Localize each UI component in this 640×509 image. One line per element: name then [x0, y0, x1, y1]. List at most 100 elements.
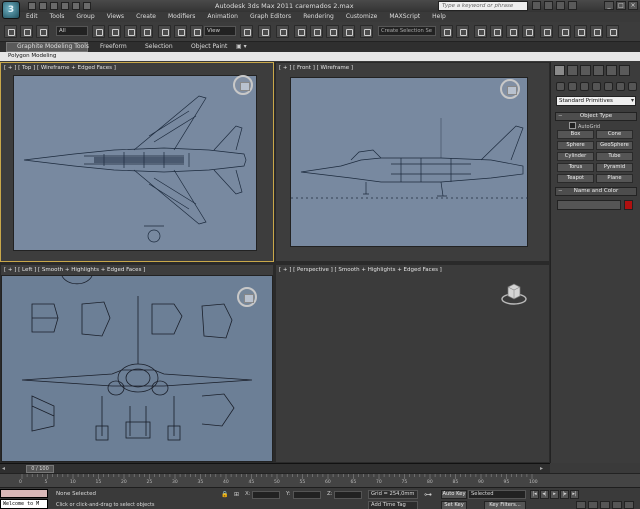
- select-object-icon[interactable]: [92, 25, 105, 38]
- bind-space-warp-icon[interactable]: [36, 25, 49, 38]
- viewport-left-label[interactable]: [ + ] [ Left ] [ Smooth + Highlights + E…: [4, 267, 145, 273]
- set-key-button[interactable]: Set Key: [441, 501, 467, 509]
- object-name-field[interactable]: [557, 200, 621, 210]
- y-coord-field[interactable]: [293, 491, 321, 499]
- graphite-toggle-icon[interactable]: [490, 25, 503, 38]
- teapot-button[interactable]: Teapot: [557, 174, 594, 183]
- selection-filter-dropdown[interactable]: All: [56, 26, 88, 36]
- rotate-icon[interactable]: [174, 25, 187, 38]
- percent-snap-icon[interactable]: [326, 25, 339, 38]
- snaps-toggle-icon[interactable]: [294, 25, 307, 38]
- named-selection-dropdown[interactable]: Create Selection Se: [378, 26, 436, 36]
- pyramid-button[interactable]: Pyramid: [596, 163, 633, 172]
- pivot-center-icon[interactable]: [240, 25, 253, 38]
- sphere-button[interactable]: Sphere: [557, 141, 594, 150]
- new-file-icon[interactable]: [28, 2, 36, 10]
- minimize-button[interactable]: _: [604, 1, 614, 10]
- menu-animation[interactable]: Animation: [201, 12, 244, 22]
- viewport-left[interactable]: [ + ] [ Left ] [ Smooth + Highlights + E…: [1, 265, 273, 462]
- menu-group[interactable]: Group: [70, 12, 100, 22]
- window-crossing-icon[interactable]: [140, 25, 153, 38]
- select-manipulate-icon[interactable]: [258, 25, 271, 38]
- lights-icon[interactable]: [580, 82, 589, 91]
- utilities-tab-icon[interactable]: [619, 65, 630, 76]
- layer-manager-icon[interactable]: [474, 25, 487, 38]
- tab-graphite-modeling-tools[interactable]: Graphite Modeling Tools: [6, 42, 89, 52]
- maximize-button[interactable]: □: [616, 1, 626, 10]
- auto-key-button[interactable]: Auto Key: [441, 490, 467, 499]
- select-by-name-icon[interactable]: [108, 25, 121, 38]
- maxscript-listener-top[interactable]: [0, 489, 48, 498]
- geosphere-button[interactable]: GeoSphere: [596, 141, 633, 150]
- tube-button[interactable]: Tube: [596, 152, 633, 161]
- viewport-left-canvas[interactable]: [1, 275, 273, 462]
- object-type-rollout[interactable]: Object Type: [555, 112, 637, 121]
- create-tab-icon[interactable]: [554, 65, 565, 76]
- curve-editor-icon[interactable]: [506, 25, 519, 38]
- menu-graph-editors[interactable]: Graph Editors: [244, 12, 297, 22]
- help-icon[interactable]: [568, 1, 577, 10]
- open-file-icon[interactable]: [39, 2, 47, 10]
- angle-snap-icon[interactable]: [310, 25, 323, 38]
- viewport-front-label[interactable]: [ + ] [ Front ] [ Wireframe ]: [279, 65, 353, 71]
- pan-icon[interactable]: [612, 501, 622, 509]
- viewcube-perspective-icon[interactable]: [500, 281, 528, 305]
- undo-icon[interactable]: [61, 2, 69, 10]
- menu-rendering[interactable]: Rendering: [297, 12, 340, 22]
- close-button[interactable]: ×: [628, 1, 638, 10]
- zoom-extents-icon[interactable]: [600, 501, 610, 509]
- autogrid-checkbox[interactable]: AutoGrid: [569, 122, 600, 130]
- torus-button[interactable]: Torus: [557, 163, 594, 172]
- selection-lock-icon[interactable]: 🔒: [221, 491, 228, 498]
- project-folder-icon[interactable]: [83, 2, 91, 10]
- spinner-snap-icon[interactable]: [342, 25, 355, 38]
- redo-icon[interactable]: [72, 2, 80, 10]
- edit-named-selections-icon[interactable]: [360, 25, 373, 38]
- viewport-perspective[interactable]: [ + ] [ Perspective ] [ Smooth + Highlig…: [276, 265, 549, 462]
- viewport-front[interactable]: [ + ] [ Front ] [ Wireframe ]: [276, 63, 549, 261]
- viewcube-left-icon[interactable]: [237, 287, 257, 307]
- maxscript-listener[interactable]: Welcome to M: [0, 499, 48, 509]
- menu-help[interactable]: Help: [426, 12, 452, 22]
- set-key-icon[interactable]: ⊶: [424, 491, 436, 499]
- tab-object-paint[interactable]: Object Paint: [191, 43, 227, 51]
- link-icon[interactable]: [4, 25, 17, 38]
- modify-tab-icon[interactable]: [567, 65, 578, 76]
- app-logo-icon[interactable]: 3: [2, 1, 20, 19]
- unlink-icon[interactable]: [20, 25, 33, 38]
- display-tab-icon[interactable]: [606, 65, 617, 76]
- star-icon[interactable]: [556, 1, 565, 10]
- hierarchy-tab-icon[interactable]: [580, 65, 591, 76]
- menu-views[interactable]: Views: [101, 12, 130, 22]
- menu-edit[interactable]: Edit: [20, 12, 44, 22]
- next-frame-icon[interactable]: |▸: [560, 490, 569, 499]
- zoom-icon[interactable]: [576, 501, 586, 509]
- z-coord-field[interactable]: [334, 491, 362, 499]
- zoom-all-icon[interactable]: [588, 501, 598, 509]
- menu-tools[interactable]: Tools: [44, 12, 71, 22]
- rendered-frame-window-icon[interactable]: [574, 25, 587, 38]
- key-filters-button[interactable]: Key Filters...: [484, 501, 526, 509]
- track-bar[interactable]: 0 5 10 15 20 25 30 35 40 45 50 55 60 65 70 75 80 85 90 95 10…: [0, 473, 640, 487]
- viewcube-top-icon[interactable]: [233, 75, 253, 95]
- tab-selection[interactable]: Selection: [145, 43, 173, 51]
- cameras-icon[interactable]: [592, 82, 601, 91]
- space-warps-icon[interactable]: [616, 82, 625, 91]
- subscription-icon[interactable]: [544, 1, 553, 10]
- menu-create[interactable]: Create: [130, 12, 162, 22]
- box-button[interactable]: Box: [557, 130, 594, 139]
- name-and-color-rollout[interactable]: Name and Color: [555, 187, 637, 196]
- time-slider-thumb[interactable]: 0 / 100: [26, 465, 54, 473]
- viewport-perspective-label[interactable]: [ + ] [ Perspective ] [ Smooth + Highlig…: [279, 267, 442, 273]
- scale-icon[interactable]: [190, 25, 203, 38]
- plane-button[interactable]: Plane: [596, 174, 633, 183]
- material-editor-icon[interactable]: [540, 25, 553, 38]
- cylinder-button[interactable]: Cylinder: [557, 152, 594, 161]
- x-coord-field[interactable]: [252, 491, 280, 499]
- binoculars-icon[interactable]: [532, 1, 541, 10]
- render-setup-icon[interactable]: [558, 25, 571, 38]
- add-time-tag-button[interactable]: Add Time Tag: [368, 501, 418, 509]
- viewport-front-canvas[interactable]: [290, 77, 529, 247]
- ribbon-options-icon[interactable]: ▣ ▾: [236, 43, 247, 51]
- helpers-icon[interactable]: [604, 82, 613, 91]
